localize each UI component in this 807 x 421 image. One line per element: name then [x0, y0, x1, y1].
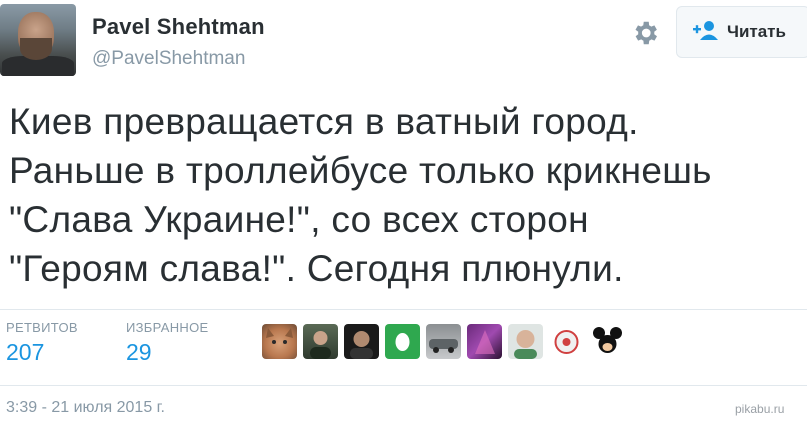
profile-avatar[interactable]	[0, 4, 76, 76]
divider	[0, 309, 807, 310]
tweet-line: "Слава Украине!", со всех сторон	[9, 199, 589, 240]
follow-button-label: Читать	[727, 22, 786, 41]
retweets-label: РЕТВИТОВ	[6, 320, 78, 335]
user-display-name[interactable]: Pavel Shehtman	[92, 14, 265, 40]
watermark: pikabu.ru	[735, 402, 785, 416]
man-avatar[interactable]	[303, 324, 338, 359]
favorited-by-list	[262, 324, 625, 359]
green-egg-avatar[interactable]	[385, 324, 420, 359]
purple-avatar[interactable]	[467, 324, 502, 359]
divider	[0, 385, 807, 386]
follow-button[interactable]: Читать	[676, 6, 807, 58]
tweet-line: "Героям слава!". Сегодня плюнули.	[9, 248, 624, 289]
bald-man-avatar[interactable]	[508, 324, 543, 359]
tweet-timestamp[interactable]: 3:39 - 21 июля 2015 г.	[6, 399, 165, 417]
dark-avatar[interactable]	[344, 324, 379, 359]
gear-icon[interactable]	[630, 18, 660, 48]
cat-avatar[interactable]	[262, 324, 297, 359]
tweet-text: Киев превращается в ватный город. Раньше…	[9, 97, 799, 293]
mascot-avatar[interactable]	[549, 324, 584, 359]
mickey-avatar[interactable]	[590, 324, 625, 359]
retweets-count[interactable]: 207	[6, 339, 44, 366]
favorites-label: ИЗБРАННОЕ	[126, 320, 209, 335]
follow-user-icon	[693, 20, 719, 45]
favorites-count[interactable]: 29	[126, 339, 152, 366]
tweet-line: Раньше в троллейбусе только крикнешь	[9, 150, 712, 191]
car-avatar[interactable]	[426, 324, 461, 359]
user-handle[interactable]: @PavelShehtman	[92, 48, 245, 70]
tweet-line: Киев превращается в ватный город.	[9, 101, 639, 142]
